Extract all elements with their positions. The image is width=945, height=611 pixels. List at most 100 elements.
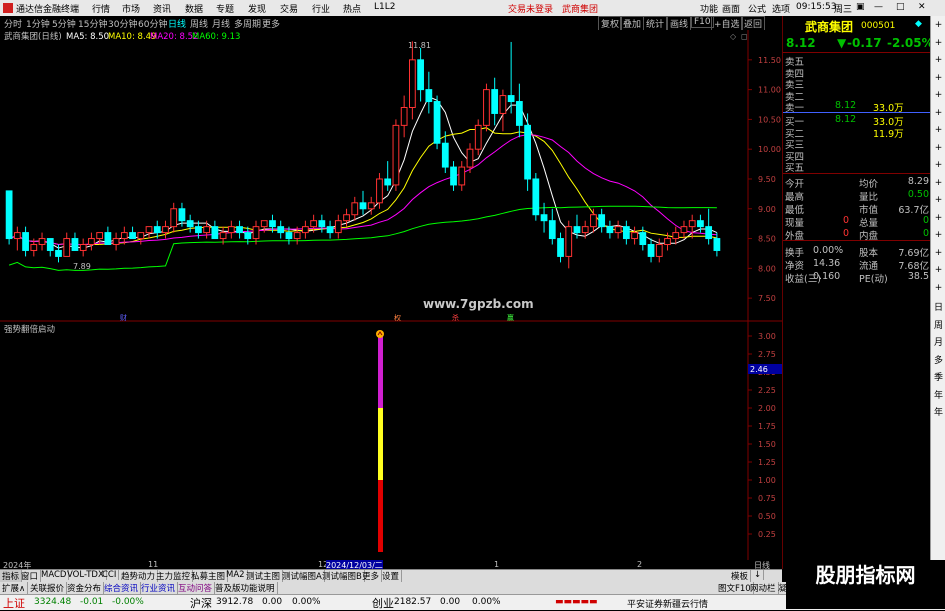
indicator-tab[interactable]: 私募主图: [189, 570, 229, 582]
ask-level-row[interactable]: 卖二: [783, 89, 931, 103]
candle[interactable]: [5, 190, 13, 245]
candle[interactable]: [392, 119, 400, 191]
menu-topic[interactable]: 专题: [216, 2, 234, 15]
side-nav-button[interactable]: +: [932, 125, 945, 135]
side-nav-button[interactable]: +: [932, 248, 945, 258]
menu-formula[interactable]: 公式: [748, 2, 766, 15]
menu-function[interactable]: 功能: [700, 2, 718, 15]
side-nav-button[interactable]: +: [932, 265, 945, 275]
menu-industry[interactable]: 行业: [312, 2, 330, 15]
menu-hot[interactable]: 热点: [343, 2, 361, 15]
period-tab-30min[interactable]: 30分钟: [108, 17, 137, 30]
extension-tab[interactable]: 综合资讯: [102, 582, 142, 594]
indicator-tab[interactable]: 主力监控: [154, 570, 194, 582]
restore-rights-button[interactable]: 复权: [598, 16, 623, 31]
chart-close-icon[interactable]: ◻: [741, 32, 748, 41]
extension-tab[interactable]: 关联报价: [28, 582, 68, 594]
maximize-icon[interactable]: □: [896, 2, 905, 12]
menu-options[interactable]: 选项: [772, 2, 790, 15]
side-nav-button[interactable]: +: [932, 195, 945, 205]
indicator-chart[interactable]: 3.002.752.502.252.001.751.501.251.000.75…: [0, 322, 782, 560]
extension-tab[interactable]: 扩展∧: [0, 582, 29, 594]
candle[interactable]: [433, 95, 441, 150]
event-mark-win[interactable]: 赢: [507, 313, 514, 322]
back-button[interactable]: 返回: [741, 16, 766, 31]
side-nav-button[interactable]: +: [932, 73, 945, 83]
extension-tab[interactable]: 行业资讯: [139, 582, 179, 594]
indicator-tab[interactable]: 测试幅图A: [280, 570, 325, 582]
candle[interactable]: [483, 83, 490, 132]
indicator-tab[interactable]: 测试幅图B: [320, 570, 365, 582]
extension-tab[interactable]: 资金分布: [65, 582, 105, 594]
period-tab-minute[interactable]: 分时: [4, 17, 22, 30]
candle[interactable]: [532, 173, 540, 221]
extension-tab[interactable]: 互动问答: [176, 582, 216, 594]
side-nav-period-16[interactable]: 日: [932, 300, 945, 313]
bid-level-row[interactable]: 买三: [783, 137, 931, 151]
window-menu-icon[interactable]: ▣: [856, 2, 865, 12]
event-mark-finance[interactable]: 财: [120, 313, 127, 322]
side-nav-period-18[interactable]: 月: [932, 335, 945, 348]
template-dropdown-icon[interactable]: ↓: [752, 570, 765, 580]
panel-toggle-icon[interactable]: ◆: [915, 19, 922, 29]
menu-market[interactable]: 市场: [122, 2, 140, 15]
side-nav-button[interactable]: +: [932, 90, 945, 100]
side-nav-button[interactable]: +: [932, 38, 945, 48]
chart-expand-icon[interactable]: ◇: [730, 32, 737, 41]
indicator-tab[interactable]: 窗口: [19, 570, 42, 582]
kline-chart[interactable]: 11.50 11.00 10.50 10.00 9.50 9.00 8.50 8.00 7.50…: [0, 30, 782, 322]
add-favorite-button[interactable]: +自选: [711, 16, 743, 31]
side-nav-button[interactable]: +: [932, 143, 945, 153]
event-mark-kill[interactable]: 杀: [452, 313, 459, 322]
indicator-tab[interactable]: 测试主图: [244, 570, 284, 582]
side-nav-button[interactable]: +: [932, 178, 945, 188]
trade-login-status[interactable]: 交易未登录: [508, 2, 553, 15]
bid-level-row[interactable]: 买一 8.12 33.0万: [783, 114, 931, 128]
side-nav-button[interactable]: +: [932, 108, 945, 118]
side-nav-button[interactable]: +: [932, 20, 945, 30]
period-tab-15min[interactable]: 15分钟: [78, 17, 107, 30]
side-nav-period-19[interactable]: 多: [932, 353, 945, 366]
draw-line-button[interactable]: 画线: [667, 16, 692, 31]
menu-news[interactable]: 资讯: [153, 2, 171, 15]
period-tab-day[interactable]: 日线: [168, 17, 186, 30]
ask-level-row[interactable]: 卖五: [783, 54, 931, 68]
menu-screen[interactable]: 画面: [722, 2, 740, 15]
extension-right-button[interactable]: 网动栏: [748, 582, 779, 594]
menu-data[interactable]: 数据: [185, 2, 203, 15]
side-nav-period-17[interactable]: 周: [932, 318, 945, 331]
side-nav-button[interactable]: +: [932, 160, 945, 170]
bid-level-row[interactable]: 买二 11.9万: [783, 126, 931, 140]
period-tab-1min[interactable]: 1分钟: [26, 17, 50, 30]
side-nav-button[interactable]: +: [932, 55, 945, 65]
side-nav-period-22[interactable]: 年: [932, 405, 945, 418]
period-tab-more[interactable]: 更多: [262, 17, 280, 30]
overlay-button[interactable]: 叠加: [620, 16, 645, 31]
ask-level-row[interactable]: 卖三: [783, 77, 931, 91]
ask-level-row[interactable]: 卖四: [783, 66, 931, 80]
period-tab-multi[interactable]: 多周期: [234, 17, 261, 30]
candle[interactable]: [524, 113, 531, 191]
side-nav-button[interactable]: +: [932, 213, 945, 223]
menu-trade[interactable]: 交易: [280, 2, 298, 15]
close-icon[interactable]: ✕: [918, 2, 926, 12]
minimize-icon[interactable]: —: [874, 2, 883, 12]
side-nav-period-20[interactable]: 季: [932, 370, 945, 383]
template-button[interactable]: 模板: [729, 570, 752, 582]
side-nav-period-21[interactable]: 年: [932, 388, 945, 401]
bid-level-row[interactable]: 买五: [783, 160, 931, 174]
period-tab-week[interactable]: 周线: [190, 17, 208, 30]
side-nav-button[interactable]: +: [932, 283, 945, 293]
ask-level-row[interactable]: 卖一 8.12 33.0万: [783, 100, 931, 114]
event-mark-rights[interactable]: 权: [394, 313, 401, 322]
extension-tab[interactable]: 普及版功能说明: [213, 582, 278, 594]
indicator-tab[interactable]: 趋势动力: [119, 570, 159, 582]
bid-level-row[interactable]: 买四: [783, 149, 931, 163]
period-tab-5min[interactable]: 5分钟: [52, 17, 76, 30]
menu-quote[interactable]: 行情: [92, 2, 110, 15]
period-tab-60min[interactable]: 60分钟: [138, 17, 167, 30]
indicator-tab[interactable]: CCI: [100, 570, 120, 580]
menu-l1l2[interactable]: L1L2: [374, 2, 395, 12]
side-nav-button[interactable]: +: [932, 230, 945, 240]
indicator-tab[interactable]: 设置: [380, 570, 403, 582]
